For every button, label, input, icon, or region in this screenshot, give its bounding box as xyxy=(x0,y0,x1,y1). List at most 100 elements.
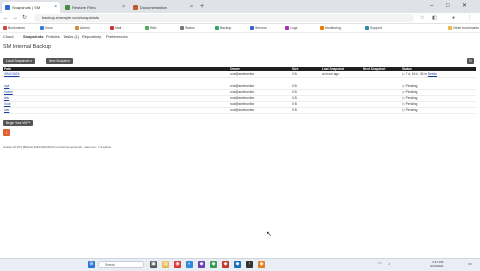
url-input[interactable]: backup.example.com/snapshots xyxy=(34,14,414,22)
close-tab-icon[interactable]: × xyxy=(190,2,193,13)
bookmark-icon xyxy=(320,26,324,30)
taskbar-search[interactable]: Search xyxy=(98,261,144,268)
other-bookmarks[interactable]: Other bookmarks xyxy=(448,25,479,31)
close-tab-icon[interactable]: × xyxy=(122,2,125,13)
row-status-text: 7 d, 16 h, 33 m xyxy=(405,72,427,76)
row-status-text: Pending xyxy=(405,102,418,106)
nav-preferences[interactable]: Preferences xyxy=(106,34,128,40)
reload-icon[interactable]: ↻ xyxy=(22,14,27,22)
task-view-icon[interactable]: ▣ xyxy=(150,261,157,268)
row-owner: root@smimonitor xyxy=(230,102,255,106)
app-icon[interactable]: ◆ xyxy=(234,261,241,268)
nav-tasks[interactable]: Tasks (1) xyxy=(63,34,79,40)
bookmark-star-icon[interactable]: ☆ xyxy=(420,15,424,21)
minimize-icon[interactable]: – xyxy=(430,2,433,11)
row-owner: root@smimonitor xyxy=(230,96,255,100)
bookmark-item[interactable]: Wiki xyxy=(145,25,156,31)
app-icon[interactable]: ◆ xyxy=(210,261,217,268)
refresh-icon: ↻ xyxy=(468,58,473,63)
browser-tab-strip: Snapshots | SM × Restore Files × Documen… xyxy=(0,0,480,13)
back-icon[interactable]: ← xyxy=(3,14,9,22)
nav-snapshots[interactable]: Snapshots xyxy=(23,34,43,40)
volume-icon[interactable]: ♪ xyxy=(388,262,390,266)
network-icon[interactable]: ◠ xyxy=(378,262,382,266)
bookmark-item[interactable]: Logs xyxy=(285,25,297,31)
row-owner: root@smimonitor xyxy=(230,84,255,88)
new-tab-button[interactable]: + xyxy=(200,2,204,12)
app-icon[interactable]: ◆ xyxy=(222,261,229,268)
row-status: ◴ Pending xyxy=(402,90,417,95)
column-header-status[interactable]: Status xyxy=(402,67,412,71)
app-nav: Cloud Snapshots Policies Tasks (1) Repos… xyxy=(0,33,480,41)
bookmark-icon xyxy=(180,26,184,30)
row-size: 0 B xyxy=(292,108,297,112)
bookmark-item[interactable]: Support xyxy=(365,25,382,31)
row-size: 0 B xyxy=(292,84,297,88)
nav-policies[interactable]: Policies xyxy=(46,34,60,40)
row-path-link[interactable]: /root xyxy=(4,102,10,107)
bookmark-item[interactable]: Bookmarks xyxy=(3,25,25,31)
row-path-link[interactable]: /SMI DATA xyxy=(4,72,19,77)
app-icon[interactable]: ◆ xyxy=(258,261,265,268)
bookmark-item[interactable]: Monitoring xyxy=(320,25,341,31)
tab-favicon-icon xyxy=(65,5,70,10)
bookmark-item[interactable]: Docs xyxy=(40,25,53,31)
row-status: ◴ Pending xyxy=(402,108,417,113)
profile-icon[interactable]: ● xyxy=(452,15,455,21)
bookmark-icon xyxy=(285,26,289,30)
begin-button[interactable]: Begin Your VM™ xyxy=(3,120,34,126)
row-path-link[interactable]: /home xyxy=(4,90,13,95)
menu-icon[interactable]: ⋮ xyxy=(467,15,472,21)
browser-tab-title: Snapshots | SM xyxy=(12,5,41,10)
row-size: 0 B xyxy=(292,102,297,106)
terminal-icon[interactable]: › xyxy=(246,261,253,268)
delete-link[interactable]: Delete xyxy=(428,72,437,76)
bookmark-item[interactable]: Servers xyxy=(250,25,267,31)
close-window-icon[interactable]: ✕ xyxy=(462,2,467,11)
browser-tab[interactable]: Snapshots | SM × xyxy=(2,2,60,13)
browser-tab-title: Restore Files xyxy=(72,5,96,10)
chrome-icon[interactable]: ◉ xyxy=(174,261,181,268)
bookmark-item[interactable]: Admin xyxy=(75,25,90,31)
mouse-cursor-icon: ↖ xyxy=(266,231,272,238)
bookmark-icon xyxy=(365,26,369,30)
table-row: /var root@smimonitor 0 B ◴ Pending xyxy=(3,108,476,114)
alert-button[interactable]: ! xyxy=(3,129,10,136)
local-snapshots-dropdown[interactable]: Local Snapshots ▾ xyxy=(3,58,36,64)
page-title: SM Internal Backup xyxy=(3,44,51,50)
bookmark-item[interactable]: Backup xyxy=(215,25,231,31)
browser-tab[interactable]: Documentation × xyxy=(130,2,196,13)
row-path-link[interactable]: /etc xyxy=(4,96,9,101)
bookmark-icon xyxy=(110,26,114,30)
nav-repository[interactable]: Repository xyxy=(82,34,101,40)
app-icon[interactable]: ◆ xyxy=(198,261,205,268)
forward-icon[interactable]: → xyxy=(12,14,18,22)
url-text: backup.example.com/snapshots xyxy=(42,15,100,20)
tab-favicon-icon xyxy=(5,5,10,10)
new-snapshot-button[interactable]: New Snapshot xyxy=(46,58,73,64)
local-snapshots-label: Local Snapshots ▾ xyxy=(6,59,33,63)
table-row: /SMI DATA root@smimonitor 0 B an hour ag… xyxy=(3,72,476,78)
extensions-icon[interactable]: ◧ xyxy=(432,15,437,21)
row-path-link[interactable]: /var xyxy=(4,108,9,113)
edge-icon[interactable]: ◐ xyxy=(186,261,193,268)
column-header-owner[interactable]: Owner xyxy=(230,67,240,71)
column-header-last-snapshot[interactable]: Last Snapshot xyxy=(322,67,344,71)
bookmark-item[interactable]: Status xyxy=(180,25,195,31)
column-header-size[interactable]: Size xyxy=(292,67,298,71)
start-icon[interactable]: ⊞ xyxy=(88,261,95,268)
column-header-path[interactable]: Path xyxy=(4,67,11,71)
browser-tab[interactable]: Restore Files × xyxy=(62,2,128,13)
clock[interactable]: 3:47 PM 3/14/2024 xyxy=(430,260,443,268)
app-logo[interactable]: Cloud xyxy=(3,34,13,40)
row-owner: root@smimonitor xyxy=(230,108,255,112)
bookmark-item[interactable]: Mail xyxy=(110,25,121,31)
close-tab-icon[interactable]: × xyxy=(54,2,57,13)
notifications-icon[interactable]: ▭ xyxy=(468,262,472,266)
row-owner: root@smimonitor xyxy=(230,72,255,76)
row-path-link[interactable]: /opt xyxy=(4,84,9,89)
maximize-icon[interactable]: □ xyxy=(446,2,450,11)
refresh-button[interactable]: ↻ xyxy=(467,58,474,64)
file-explorer-icon[interactable]: ▤ xyxy=(162,261,169,268)
column-header-next-snapshot[interactable]: Next Snapshot xyxy=(363,67,385,71)
